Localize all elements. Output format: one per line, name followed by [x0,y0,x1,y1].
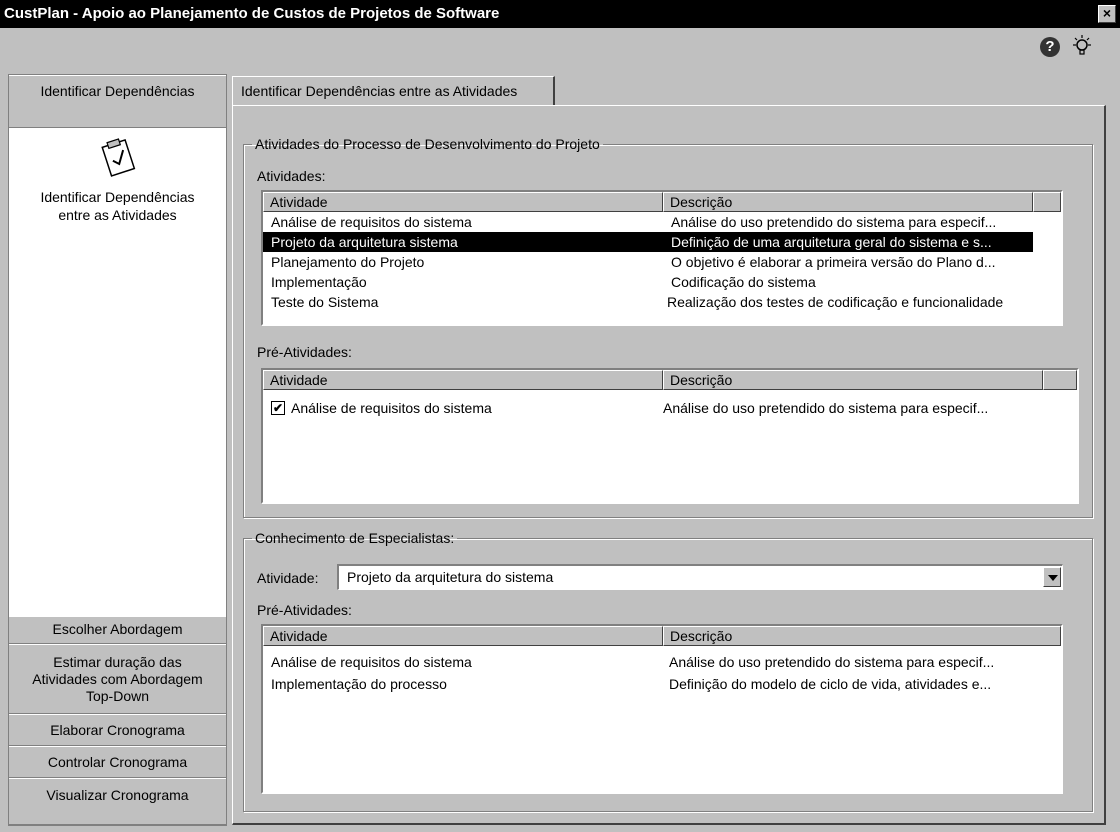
cell-description: Codificação do sistema [671,274,816,290]
expert-list-header: Atividade Descrição [263,626,1061,646]
sidebar-item-label: Estimar duração das [53,654,182,670]
column-header-atividade[interactable]: Atividade [263,370,663,390]
sidebar-item-identificar-dependencias[interactable]: Identificar Dependências [9,75,226,128]
cell-activity: Projeto da arquitetura sistema [271,234,458,250]
column-header-descricao[interactable]: Descrição [663,370,1043,390]
activity-select[interactable]: Projeto da arquitetura do sistema [337,564,1063,590]
chevron-down-icon[interactable] [1043,567,1061,587]
help-icon[interactable]: ? [1040,37,1060,57]
cell-activity: Análise de requisitos do sistema [271,654,472,670]
column-header-blank [1033,192,1061,212]
sidebar-item-label: Atividades com Abordagem [32,671,203,687]
list-item[interactable]: ✔ Análise de requisitos do sistema Análi… [263,398,1077,418]
sidebar: Identificar Dependências Identificar Dep… [8,74,227,826]
sidebar-subitem-identificar-dependencias-atividades[interactable]: Identificar Dependências entre as Ativid… [9,135,226,224]
column-header-descricao[interactable]: Descrição [663,626,1061,646]
sidebar-item-label: Visualizar Cronograma [46,787,189,803]
column-header-descricao[interactable]: Descrição [663,192,1033,212]
expert-pre-activities-label: Pré-Atividades: [257,602,352,618]
column-header-blank [1043,370,1077,390]
table-row[interactable]: Implementação do processo Definição do m… [263,674,1061,694]
sidebar-item-label: Top-Down [85,688,150,704]
activities-label: Atividades: [257,168,326,184]
cell-activity: Implementação do processo [271,676,447,692]
cell-description: Análise do uso pretendido do sistema par… [671,214,997,230]
lightbulb-icon[interactable] [1070,34,1094,58]
sidebar-item-visualizar-cronograma[interactable]: Visualizar Cronograma [9,778,226,825]
sidebar-item-label: Controlar Cronograma [47,754,188,770]
activity-field-label: Atividade: [257,570,319,586]
cell-description: Definição de uma arquitetura geral do si… [671,234,992,250]
cell-description: Análise do uso pretendido do sistema par… [669,654,995,670]
checkbox[interactable]: ✔ [271,401,285,415]
sidebar-item-elaborar-cronograma[interactable]: Elaborar Cronograma [9,714,226,746]
experts-group-legend: Conhecimento de Especialistas: [255,530,455,546]
expert-pre-activities-list[interactable]: Atividade Descrição Análise de requisito… [261,624,1063,794]
cell-activity: Planejamento do Projeto [271,254,425,270]
activities-list[interactable]: Atividade Descrição Análise de requisito… [261,190,1063,326]
table-row-selected[interactable]: Projeto da arquitetura sistema Definição… [263,232,1033,252]
column-header-atividade[interactable]: Atividade [263,626,663,646]
sidebar-subitem-label-line1: Identificar Dependências [40,189,195,205]
close-button[interactable]: × [1098,5,1116,23]
tab-panel: Atividades do Processo de Desenvolviment… [232,105,1106,825]
activities-list-header: Atividade Descrição [263,192,1061,212]
table-row[interactable]: Planejamento do Projeto O objetivo é ela… [263,252,1061,272]
title-bar: CustPlan - Apoio ao Planejamento de Cust… [0,0,1120,28]
pre-activities-label: Pré-Atividades: [257,344,352,360]
cell-description: Realização dos testes de codificação e f… [667,294,1004,310]
clipboard-check-icon [100,138,135,177]
pre-activities-list-header: Atividade Descrição [263,370,1077,390]
sidebar-item-label: Escolher Abordagem [52,621,183,637]
cell-activity: Teste do Sistema [271,294,379,310]
cell-description: O objetivo é elaborar a primeira versão … [671,254,996,270]
sidebar-subitem-label-line2: entre as Atividades [58,207,177,223]
activities-group-legend: Atividades do Processo de Desenvolviment… [255,136,600,152]
window-title: CustPlan - Apoio ao Planejamento de Cust… [4,5,500,22]
table-row[interactable]: Teste do Sistema Realização dos testes d… [263,292,1061,312]
table-row[interactable]: Análise de requisitos do sistema Análise… [263,212,1061,232]
activity-select-value: Projeto da arquitetura do sistema [347,569,554,585]
pre-activities-list[interactable]: Atividade Descrição ✔ Análise de requisi… [261,368,1079,504]
cell-activity: Implementação [271,274,367,290]
table-row[interactable]: Análise de requisitos do sistema Análise… [263,652,1061,672]
sidebar-item-controlar-cronograma[interactable]: Controlar Cronograma [9,746,226,778]
cell-activity: Análise de requisitos do sistema [291,400,492,416]
tab-identificar-dependencias[interactable]: Identificar Dependências entre as Ativid… [232,76,555,106]
sidebar-item-estimar-duracao[interactable]: Estimar duração das Atividades com Abord… [9,644,226,714]
sidebar-item-label: Elaborar Cronograma [50,722,185,738]
sidebar-item-escolher-abordagem[interactable]: Escolher Abordagem [9,616,226,644]
cell-activity: Análise de requisitos do sistema [271,214,472,230]
cell-description: Análise do uso pretendido do sistema par… [663,400,989,416]
sidebar-item-label: Identificar Dependências [40,83,195,99]
cell-description: Definição do modelo de ciclo de vida, at… [669,676,992,692]
table-row[interactable]: Implementação Codificação do sistema [263,272,1061,292]
column-header-atividade[interactable]: Atividade [263,192,663,212]
